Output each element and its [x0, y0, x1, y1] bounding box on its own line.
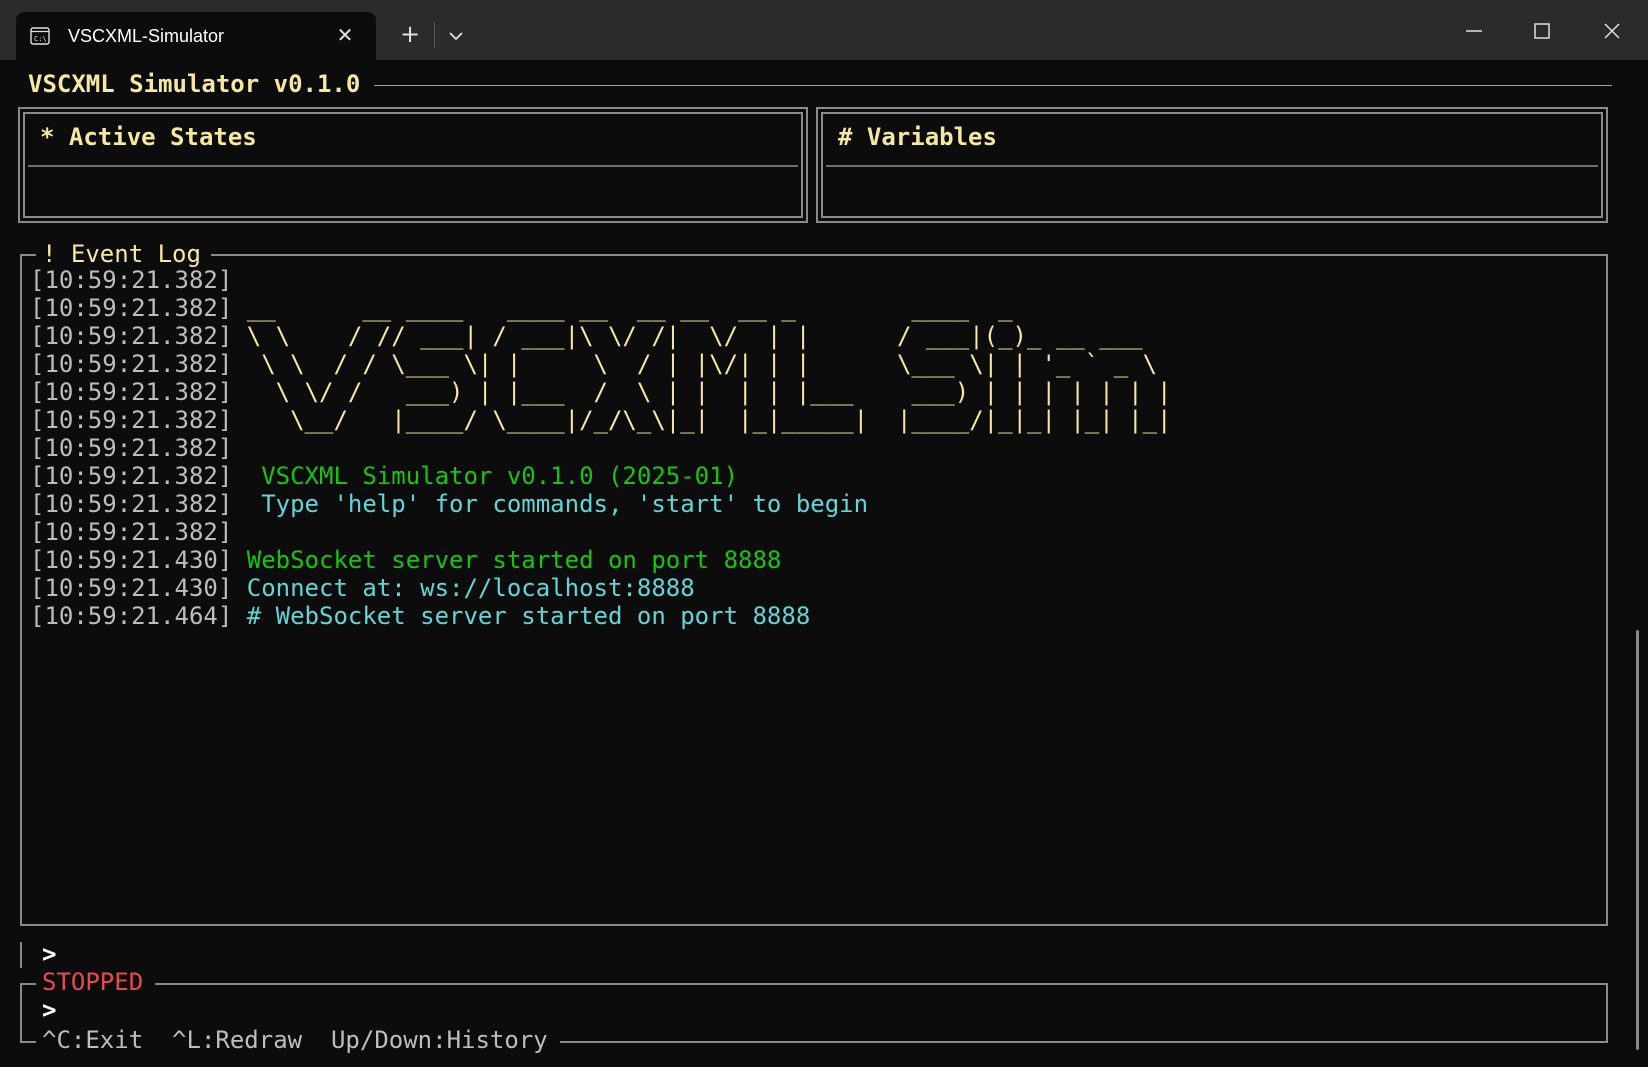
- app-title: VSCXML Simulator v0.1.0: [28, 70, 375, 98]
- log-message: Connect at: ws://localhost:8888: [232, 574, 695, 602]
- log-message: VSCXML Simulator v0.1.0 (2025-01): [232, 462, 739, 490]
- terminal-icon: C:\: [30, 27, 50, 45]
- log-timestamp: [10:59:21.382]: [30, 294, 233, 322]
- log-message: \__/ |____/ \____|/_/\_\|_| |_|_____| |_…: [232, 406, 1172, 434]
- log-timestamp: [10:59:21.382]: [30, 434, 233, 462]
- log-message: # WebSocket server started on port 8888: [232, 602, 811, 630]
- svg-text:C:\: C:\: [34, 35, 47, 43]
- new-tab-button[interactable]: +: [396, 20, 424, 48]
- log-timestamp: [10:59:21.430]: [30, 546, 233, 574]
- log-timestamp: [10:59:21.382]: [30, 322, 233, 350]
- log-line: [10:59:21.382] Type 'help' for commands,…: [30, 490, 1172, 518]
- log-timestamp: [10:59:21.382]: [30, 266, 233, 294]
- log-line: [10:59:21.382] \__/ |____/ \____|/_/\_\|…: [30, 406, 1172, 434]
- status-prompt[interactable]: >: [42, 996, 56, 1024]
- tab-divider: [434, 22, 435, 48]
- scrollbar[interactable]: [1636, 630, 1639, 1050]
- log-line: [10:59:21.382] \ \ / / \___ \| | \ / | |…: [30, 350, 1172, 378]
- log-message: __ __ ____ ____ __ __ __ __ _ ____ _: [232, 294, 1013, 322]
- status-badge: STOPPED: [36, 968, 156, 996]
- log-line: [10:59:21.382] \ \/ / ___) | |___ / \ | …: [30, 378, 1172, 406]
- variables-panel: # Variables: [816, 107, 1608, 223]
- active-states-title: * Active States: [40, 123, 257, 151]
- log-timestamp: [10:59:21.382]: [30, 518, 233, 546]
- log-line: [10:59:21.382] \ \ / // ___| / ___|\ \/ …: [30, 322, 1172, 350]
- log-line: [10:59:21.382] __ __ ____ ____ __ __ __ …: [30, 294, 1172, 322]
- log-message: \ \/ / ___) | |___ / \ | | | | |___ ___)…: [232, 378, 1172, 406]
- active-states-divider: [28, 165, 798, 167]
- title-bar: C:\ VSCXML-Simulator ✕ +: [0, 0, 1648, 60]
- log-message: \ \ / // ___| / ___|\ \/ /| \/ | | / ___…: [232, 322, 1143, 350]
- log-timestamp: [10:59:21.464]: [30, 602, 233, 630]
- close-window-button[interactable]: [1592, 14, 1632, 48]
- minimize-button[interactable]: [1454, 14, 1494, 48]
- log-message: \ \ / / \___ \| | \ / | |\/| | | \___ \|…: [232, 350, 1158, 378]
- command-prompt[interactable]: >: [42, 940, 56, 968]
- tab-title: VSCXML-Simulator: [68, 26, 225, 46]
- variables-divider: [826, 165, 1598, 167]
- log-line: [10:59:21.464] # WebSocket server starte…: [30, 602, 1172, 630]
- log-timestamp: [10:59:21.382]: [30, 490, 233, 518]
- terminal-area[interactable]: VSCXML Simulator v0.1.0 * Active States …: [0, 60, 1648, 1067]
- event-log-title: ! Event Log: [36, 240, 211, 268]
- log-line: [10:59:21.430] WebSocket server started …: [30, 546, 1172, 574]
- terminal-tab[interactable]: C:\ VSCXML-Simulator ✕: [16, 12, 376, 60]
- active-states-panel: * Active States: [18, 107, 808, 223]
- chevron-down-icon[interactable]: [444, 22, 468, 48]
- log-message: WebSocket server started on port 8888: [232, 546, 782, 574]
- log-timestamp: [10:59:21.430]: [30, 574, 233, 602]
- log-timestamp: [10:59:21.382]: [30, 378, 233, 406]
- log-timestamp: [10:59:21.382]: [30, 350, 233, 378]
- log-timestamp: [10:59:21.382]: [30, 462, 233, 490]
- log-line: [10:59:21.382] VSCXML Simulator v0.1.0 (…: [30, 462, 1172, 490]
- maximize-button[interactable]: [1522, 14, 1562, 48]
- log-timestamp: [10:59:21.382]: [30, 406, 233, 434]
- log-line: [10:59:21.430] Connect at: ws://localhos…: [30, 574, 1172, 602]
- keyboard-hints: ^C:Exit ^L:Redraw Up/Down:History: [36, 1026, 560, 1054]
- log-line: [10:59:21.382]: [30, 266, 1172, 294]
- log-line: [10:59:21.382]: [30, 434, 1172, 462]
- log-line: [10:59:21.382]: [30, 518, 1172, 546]
- event-log-lines: [10:59:21.382] [10:59:21.382] __ __ ____ …: [30, 266, 1172, 630]
- title-divider: [360, 85, 1612, 86]
- prompt-bar: [20, 942, 22, 968]
- close-tab-icon[interactable]: ✕: [332, 22, 358, 48]
- variables-title: # Variables: [838, 123, 997, 151]
- log-message: Type 'help' for commands, 'start' to beg…: [232, 490, 869, 518]
